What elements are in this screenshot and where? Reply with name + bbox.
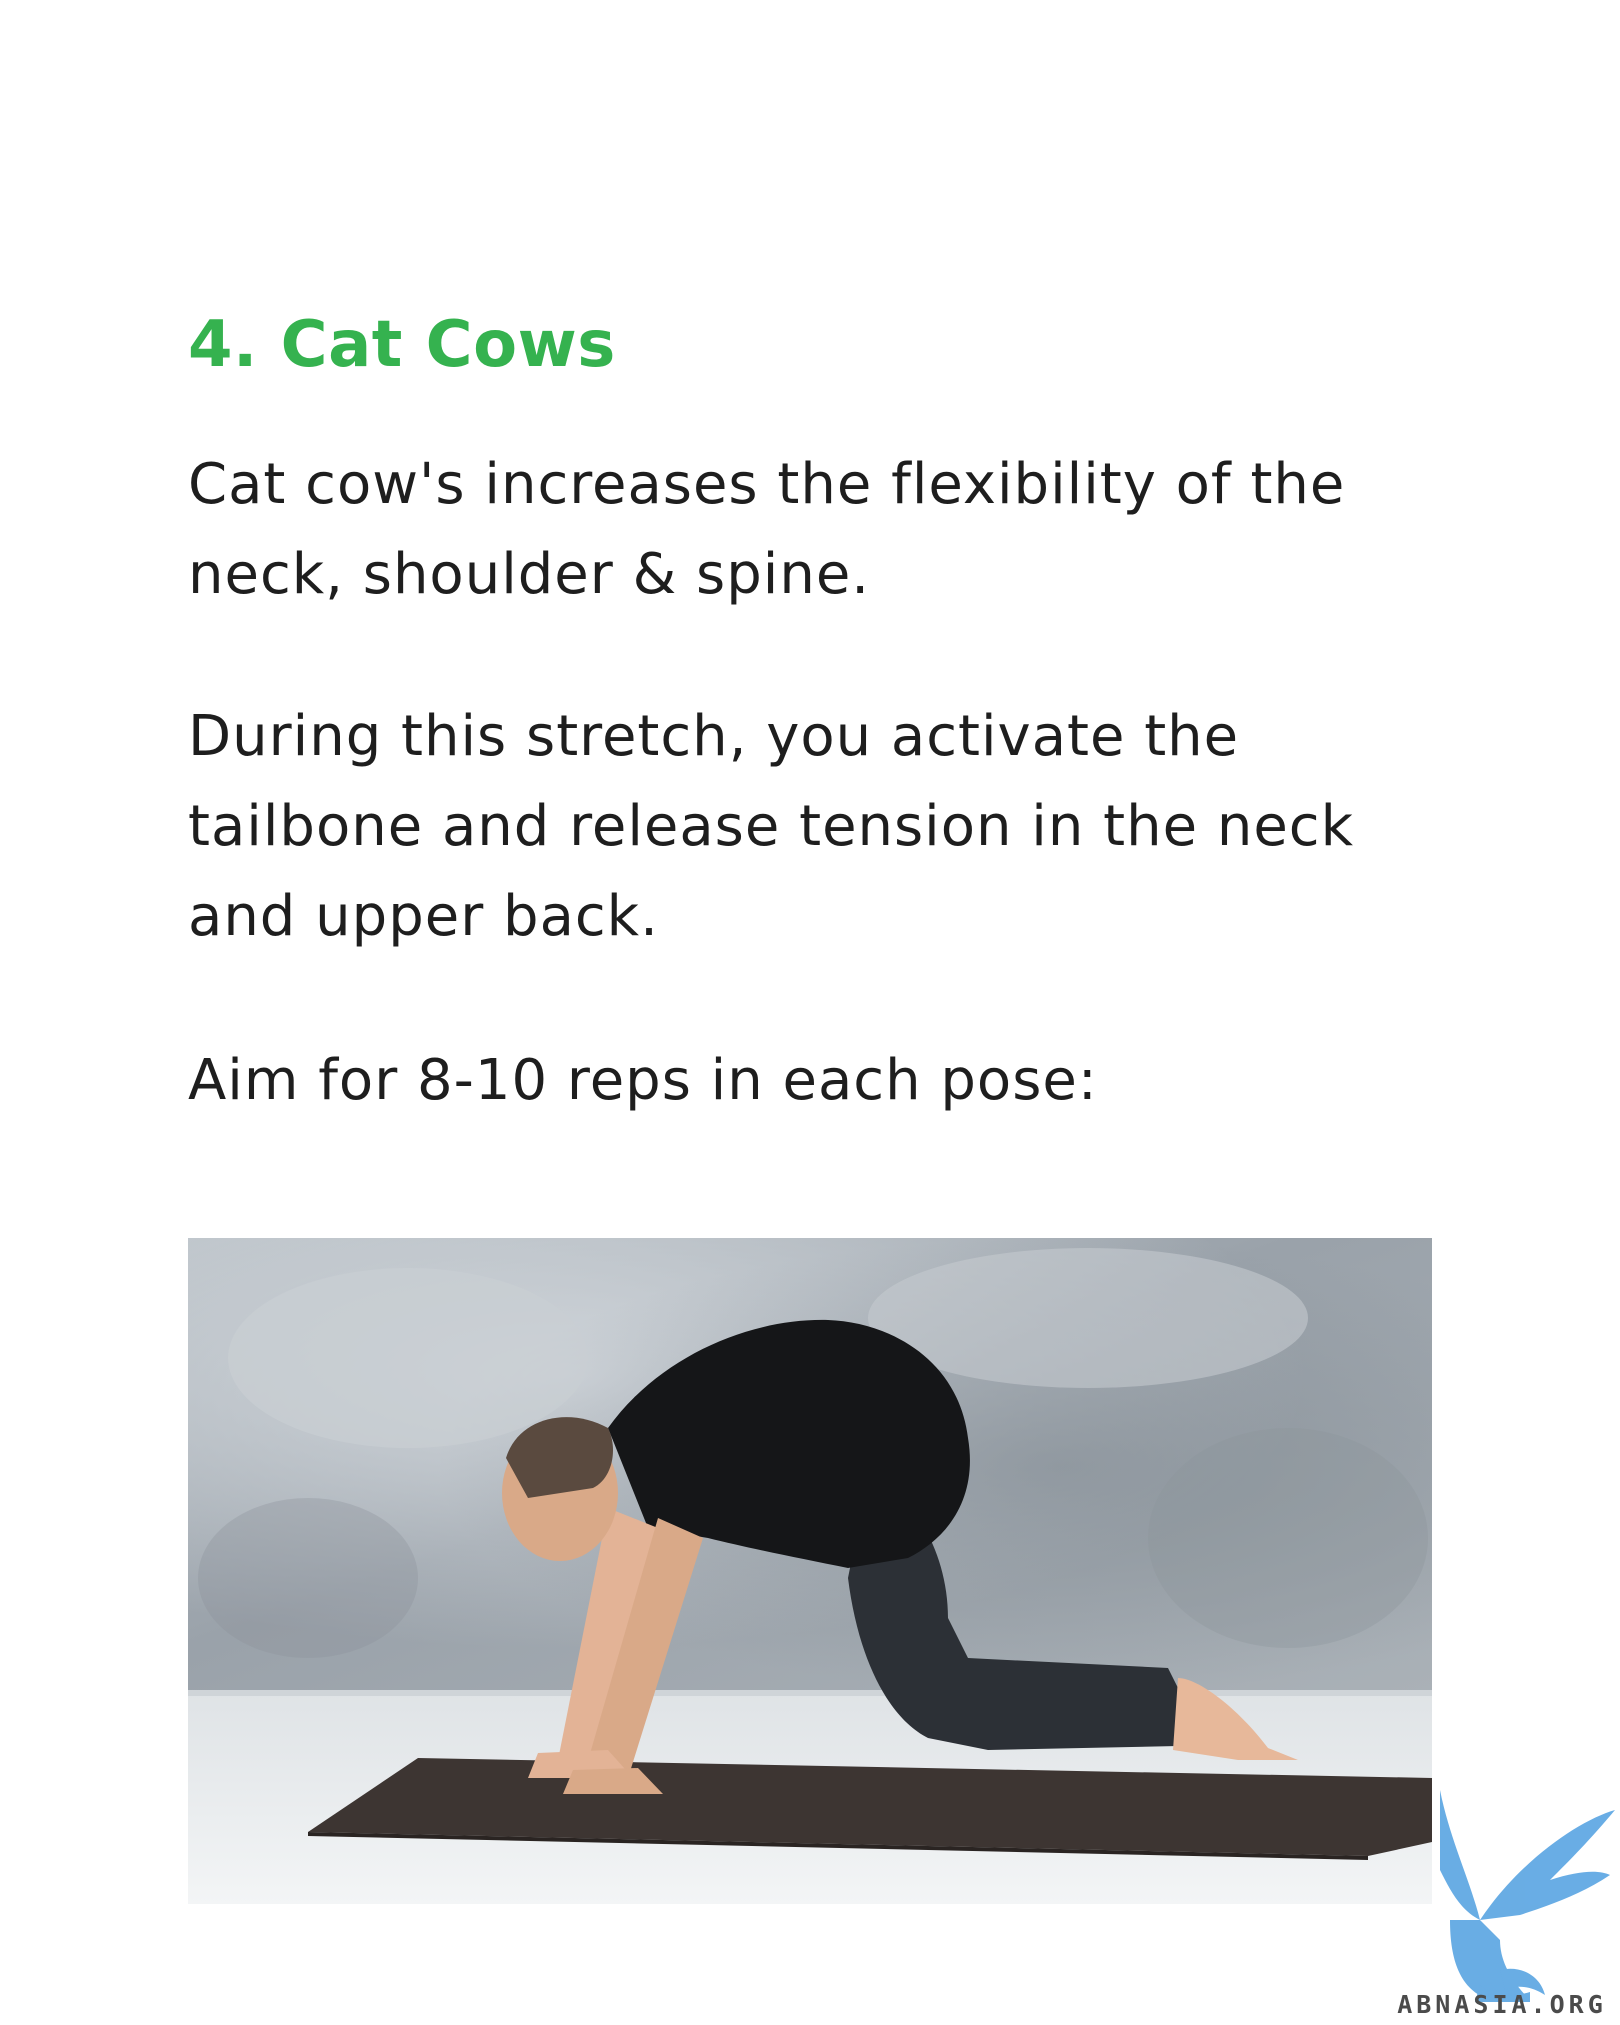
text-line: Aim for 8-10 reps in each pose: xyxy=(188,1048,1098,1113)
text-line: tailbone and release tension in the neck xyxy=(188,794,1355,859)
watermark-text: ABNASIA.ORG xyxy=(1397,1990,1607,2019)
text-line: and upper back. xyxy=(188,884,659,949)
paragraph-reps: Aim for 8-10 reps in each pose: xyxy=(188,1036,1098,1126)
paragraph-stretch: During this stretch, you activate the ta… xyxy=(188,692,1354,962)
cat-cow-photo xyxy=(188,1238,1432,1904)
paragraph-flexibility: Cat cow's increases the flexibility of t… xyxy=(188,440,1345,620)
text-line: Cat cow's increases the flexibility of t… xyxy=(188,452,1346,517)
section-heading: 4. Cat Cows xyxy=(188,308,616,382)
page: 4. Cat Cows Cat cow's increases the flex… xyxy=(0,0,1620,2025)
text-line: neck, shoulder & spine. xyxy=(188,542,871,607)
griffin-logo-icon xyxy=(1380,1780,1620,2025)
text-line: During this stretch, you activate the xyxy=(188,704,1240,769)
